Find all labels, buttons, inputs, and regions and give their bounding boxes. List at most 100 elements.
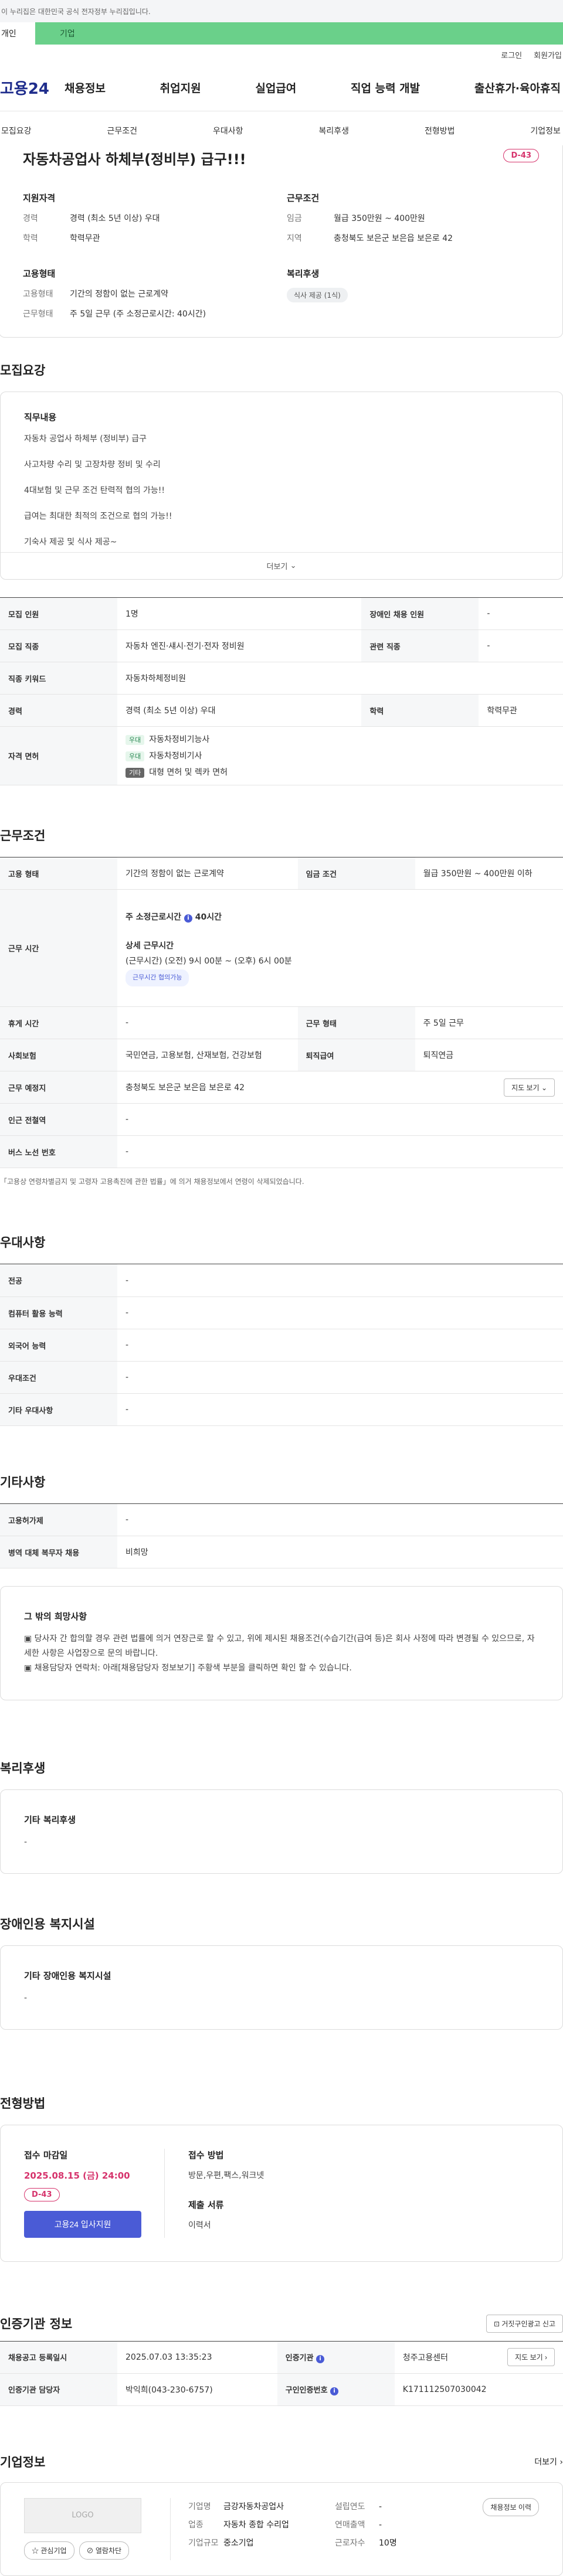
method-key: 접수 방법 bbox=[188, 2149, 224, 2160]
user-type-tabs: 개인 기업 bbox=[0, 22, 563, 45]
gnb-vocational-training[interactable]: 직업 능력 개발 bbox=[351, 80, 420, 96]
etc-permit-key: 고용허가제 bbox=[0, 1503, 117, 1536]
gov-banner: 이 누리집은 대한민국 공식 전자정부 누리집입니다. bbox=[0, 0, 563, 22]
agency-map-button[interactable]: 지도 보기 › bbox=[507, 2348, 555, 2367]
workplace-value: 충청북도 보은군 보은읍 보은로 42 bbox=[126, 1083, 245, 1093]
detail-hours-title: 상세 근무시간 bbox=[126, 941, 174, 951]
qual-career-key: 경력 bbox=[23, 214, 38, 223]
disab-card-value: - bbox=[24, 1993, 28, 2003]
hiring-history-button[interactable]: 채용정보 이력 bbox=[483, 2497, 539, 2516]
login-link[interactable]: 로그인 bbox=[501, 49, 522, 60]
etc-wish-card: 그 밖의 희망사항 ▣ 당사자 간 합의할 경우 관련 법률에 의거 연장근로 … bbox=[0, 1586, 563, 1700]
tab-process[interactable]: 전형방법 bbox=[425, 125, 455, 137]
etc-military-key: 병역 대체 복무자 채용 bbox=[0, 1536, 117, 1568]
company-name-value: 금강자동차공업사 bbox=[223, 2502, 284, 2512]
job-title: 자동차공업사 하체부(정비부) 급구!!! bbox=[23, 151, 246, 168]
pref-computer-key: 컴퓨터 활용 능력 bbox=[0, 1296, 117, 1329]
emp-type-key: 고용형태 bbox=[23, 290, 53, 299]
more-label: 더보기 bbox=[266, 563, 288, 571]
company-section-title: 기업정보 bbox=[0, 2455, 46, 2469]
report-fake-ad-button[interactable]: ⊡ 거짓구인광고 신고 bbox=[486, 2314, 563, 2333]
info-icon[interactable]: i bbox=[184, 914, 192, 923]
company-more-link[interactable]: 더보기 › bbox=[534, 2456, 563, 2468]
license-badge: 우대 bbox=[126, 751, 145, 761]
disab-card-title: 기타 장애인용 복지시설 bbox=[24, 1970, 111, 1981]
job-value: 자동차 엔진·섀시·전기·전자 정비원 bbox=[117, 629, 362, 662]
condition-title: 근무조건 bbox=[287, 193, 320, 203]
block-icon: ⊘ bbox=[86, 2546, 94, 2555]
manager-key: 인증기관 담당자 bbox=[0, 2373, 117, 2406]
duty-line: 급여는 최대한 최적의 조건으로 협의 가능!! bbox=[24, 512, 172, 521]
tab-individual[interactable]: 개인 bbox=[0, 22, 35, 45]
welfare-chip: 식사 제공 (1식) bbox=[287, 288, 348, 302]
cond-region-value: 충청북도 보은군 보은읍 보은로 42 bbox=[334, 234, 453, 243]
site-logo[interactable]: 고용24 bbox=[0, 77, 65, 98]
disab-card: 기타 장애인용 복지시설 - bbox=[0, 1945, 563, 2030]
block-label: 열람차단 bbox=[95, 2546, 122, 2555]
report-btn-label: 거짓구인광고 신고 bbox=[501, 2319, 555, 2328]
edu-value: 학력무관 bbox=[479, 694, 563, 727]
cond-region-key: 지역 bbox=[287, 234, 302, 243]
etc-section-title: 기타사항 bbox=[0, 1475, 46, 1489]
apply-button[interactable]: 고용24 입사지원 bbox=[24, 2210, 141, 2238]
company-staff-value: 10명 bbox=[379, 2538, 397, 2548]
company-more-label: 더보기 bbox=[534, 2457, 557, 2467]
duty-title: 직무내용 bbox=[24, 412, 57, 423]
etc-table: 고용허가제 - 병역 대체 복무자 채용 비희망 bbox=[0, 1503, 563, 1568]
org-key: 인증기관 i bbox=[277, 2340, 395, 2374]
reg-value: 2025.07.03 13:35:23 bbox=[117, 2340, 277, 2374]
tab-conditions[interactable]: 근무조건 bbox=[107, 125, 137, 137]
wage-key: 임금 조건 bbox=[297, 857, 415, 890]
pref-section-title: 우대사항 bbox=[0, 1236, 46, 1250]
pref-table: 전공 - 컴퓨터 활용 능력 - 외국어 능력 - 우대조건 - 기타 우대사항 - bbox=[0, 1264, 563, 1426]
welfare-section-title: 복리후생 bbox=[0, 1761, 46, 1775]
gnb-employment-support[interactable]: 취업지원 bbox=[160, 80, 201, 96]
welfare-card-value: - bbox=[24, 1837, 28, 1847]
job-summary-card: 자동차공업사 하체부(정비부) 급구!!! D-43 지원자격 경력 경력 (최소… bbox=[0, 145, 563, 338]
fav-label: 관심기업 bbox=[40, 2546, 67, 2555]
age-law-note: 「고용상 연령차별금지 및 고령자 고용촉진에 관한 법률」에 의거 채용정보에… bbox=[0, 1178, 304, 1186]
block-company-button[interactable]: ⊘ 열람차단 bbox=[79, 2541, 130, 2560]
metro-key: 인근 전철역 bbox=[0, 1103, 117, 1136]
docs-key: 제출 서류 bbox=[188, 2199, 224, 2210]
tab-preference[interactable]: 우대사항 bbox=[213, 125, 243, 137]
license-item: 우대 자동차정비기사 bbox=[126, 748, 555, 764]
map-view-button[interactable]: 지도 보기 ⌄ bbox=[504, 1078, 555, 1097]
employment-block: 고용형태 고용형태 기간의 정함이 없는 근로계약 근무형태 주 5일 근무 (주 … bbox=[23, 267, 287, 328]
company-name-key: 기업명 bbox=[188, 2502, 211, 2512]
insurance-key: 사회보험 bbox=[0, 1039, 117, 1071]
welfare-card-title: 기타 복리후생 bbox=[24, 1814, 76, 1825]
disabled-value: - bbox=[479, 597, 563, 630]
gnb-unemployment-benefit[interactable]: 실업급여 bbox=[255, 80, 296, 96]
pref-major-key: 전공 bbox=[0, 1264, 117, 1297]
detail-hours-value: (근무시간) (오전) 9시 00분 ~ (오후) 6시 00분 bbox=[126, 957, 292, 967]
tab-business[interactable]: 기업 bbox=[35, 22, 563, 45]
shift-key: 근무 형태 bbox=[297, 1006, 415, 1039]
info-icon[interactable]: i bbox=[330, 2387, 339, 2395]
info-icon[interactable]: i bbox=[316, 2354, 325, 2363]
signup-link[interactable]: 회원가입 bbox=[534, 49, 562, 60]
employment-title: 고용형태 bbox=[23, 268, 56, 279]
workplace-key: 근무 예정지 bbox=[0, 1071, 117, 1104]
tab-welfare[interactable]: 복리후생 bbox=[318, 125, 349, 137]
condition-block: 근무조건 임금 월급 350만원 ~ 400만원 지역 충청북도 보은군 보은읍 보… bbox=[287, 192, 533, 252]
company-logo: LOGO bbox=[24, 2497, 141, 2533]
favorite-company-button[interactable]: ☆ 관심기업 bbox=[24, 2541, 74, 2560]
gnb-jobs[interactable]: 채용정보 bbox=[65, 80, 106, 96]
license-badge: 우대 bbox=[126, 734, 145, 745]
company-card: LOGO ☆ 관심기업 ⊘ 열람차단 기업명 금강자동차공업사 업종 자동차 종합 … bbox=[0, 2482, 563, 2576]
tab-recruit[interactable]: 모집요강 bbox=[1, 125, 32, 137]
qual-edu-key: 학력 bbox=[23, 234, 38, 243]
pref-language-value: - bbox=[117, 1329, 563, 1362]
etc-wish-line: ▣ 당사자 간 합의할 경우 관련 법률에 의거 연장근로 할 수 있고, 위에… bbox=[24, 1634, 535, 1659]
tab-company[interactable]: 기업정보 bbox=[530, 125, 561, 137]
agency-map-label: 지도 보기 bbox=[515, 2353, 543, 2362]
agency-table: 채용공고 등록일시 2025.07.03 13:35:23 인증기관 i 청주고… bbox=[0, 2340, 563, 2406]
related-value: - bbox=[479, 629, 563, 662]
rest-key: 휴게 시간 bbox=[0, 1006, 117, 1039]
duty-more-button[interactable]: 더보기 ⌄ bbox=[1, 552, 562, 579]
gnb-parental-leave[interactable]: 출산휴가·육아휴직 bbox=[474, 80, 561, 96]
disabled-key: 장애인 채용 인원 bbox=[361, 597, 479, 630]
company-sales-key: 연매출액 bbox=[335, 2520, 365, 2530]
metro-value: - bbox=[117, 1103, 563, 1136]
